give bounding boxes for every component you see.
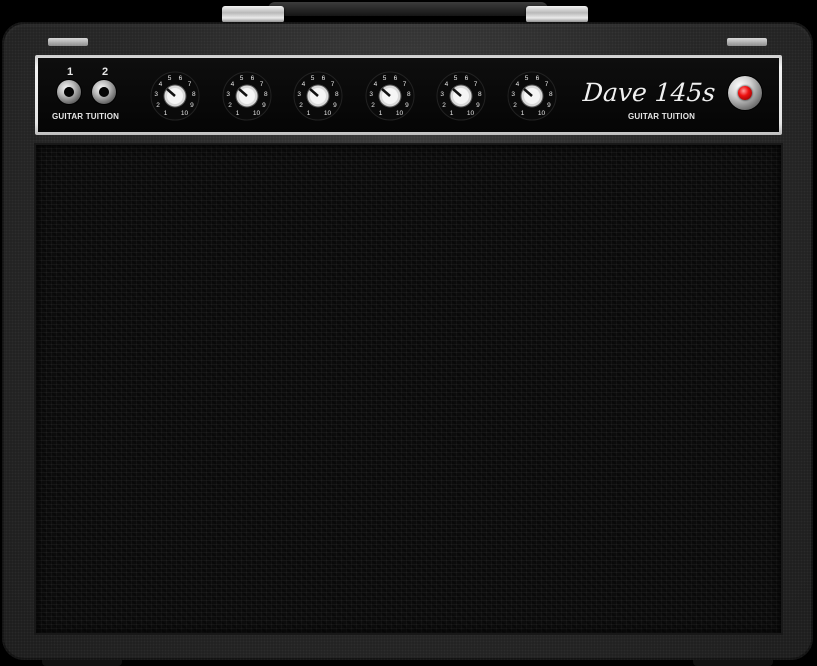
knob-scale-number: 9 — [333, 102, 337, 109]
knob-scale-number: 6 — [465, 75, 469, 82]
control-knob-5[interactable]: 1 2 3 4 5 6 7 8 9 10 — [435, 70, 487, 122]
knob-scale-number: 9 — [190, 102, 194, 109]
knob-scale-number: 2 — [442, 102, 446, 109]
knob-scale-number: 7 — [331, 81, 335, 88]
knob-scale-number: 10 — [181, 110, 189, 117]
knob-scale-number: 8 — [192, 91, 196, 98]
knob-scale-number: 6 — [322, 75, 326, 82]
control-knob-4[interactable]: 1 2 3 4 5 6 7 8 9 10 — [364, 70, 416, 122]
speaker-grille — [36, 145, 781, 633]
knob-scale-number: 2 — [228, 102, 232, 109]
knob-scale-number: 5 — [454, 75, 458, 82]
knob-scale-number: 5 — [383, 75, 387, 82]
knob-scale-number: 5 — [168, 75, 172, 82]
knob-scale-number: 4 — [231, 81, 235, 88]
knob-scale-number: 8 — [335, 91, 339, 98]
knob-scale-number: 2 — [513, 102, 517, 109]
knob-scale-number: 1 — [379, 110, 383, 117]
knob-scale-number: 4 — [516, 81, 520, 88]
knob-scale-number: 10 — [253, 110, 261, 117]
input-jack-1[interactable] — [57, 80, 81, 104]
corner-protector-right — [727, 38, 767, 46]
knob-scale-number: 3 — [369, 91, 373, 98]
knob-scale-number: 7 — [474, 81, 478, 88]
knob-scale-number: 5 — [311, 75, 315, 82]
knob-scale-number: 6 — [251, 75, 255, 82]
knob-graphic: 12 345 678 910 — [365, 71, 415, 121]
knob-scale-number: 3 — [297, 91, 301, 98]
knob-scale-number: 8 — [549, 91, 553, 98]
knob-graphic: 12 345 678 910 — [507, 71, 557, 121]
knob-scale-number: 1 — [521, 110, 525, 117]
pilot-jewel-light — [728, 76, 762, 110]
corner-protector-left — [48, 38, 88, 46]
knob-scale-number: 4 — [374, 81, 378, 88]
knob-scale-number: 3 — [226, 91, 230, 98]
control-knob-3[interactable]: 1 2 3 4 5 6 7 8 9 10 — [292, 70, 344, 122]
knob-scale-number: 10 — [396, 110, 404, 117]
knob-graphic: 12 345 678 910 — [150, 71, 200, 121]
knob-scale-number: 1 — [236, 110, 240, 117]
knob-scale-number: 2 — [371, 102, 375, 109]
handle-bracket-right — [526, 6, 588, 23]
right-caption: GUITAR TUITION — [628, 112, 696, 121]
knob-scale-number: 9 — [547, 102, 551, 109]
knob-scale-number: 6 — [536, 75, 540, 82]
knob-scale-number: 7 — [188, 81, 192, 88]
knob-scale-number: 9 — [476, 102, 480, 109]
knob-scale-number: 9 — [405, 102, 409, 109]
knob-scale-number: 1 — [307, 110, 311, 117]
knob-scale-number: 8 — [478, 91, 482, 98]
knob-scale-number: 3 — [511, 91, 515, 98]
knob-scale-number: 2 — [299, 102, 303, 109]
knob-scale-number: 7 — [260, 81, 264, 88]
control-knob-2[interactable]: 1 2 3 4 5 6 7 8 9 10 — [221, 70, 273, 122]
knob-scale-number: 2 — [156, 102, 160, 109]
model-logo: Dave 145s — [581, 78, 717, 107]
knob-scale-number: 4 — [159, 81, 163, 88]
left-caption: GUITAR TUITION — [52, 112, 120, 121]
handle-bracket-left — [222, 6, 284, 23]
knob-scale-number: 10 — [324, 110, 332, 117]
knob-scale-number: 4 — [445, 81, 449, 88]
knob-graphic: 12 345 678 910 — [436, 71, 486, 121]
foot-right — [693, 660, 773, 666]
knob-scale-number: 7 — [403, 81, 407, 88]
control-knob-1[interactable]: 1 2 3 4 5 6 7 8 9 10 — [149, 70, 201, 122]
knob-graphic: 12 345 678 910 — [222, 71, 272, 121]
knob-scale-number: 4 — [302, 81, 306, 88]
knob-scale-number: 7 — [545, 81, 549, 88]
knob-scale-number: 1 — [164, 110, 168, 117]
knob-scale-number: 9 — [262, 102, 266, 109]
knob-scale-number: 5 — [240, 75, 244, 82]
knob-scale-number: 6 — [179, 75, 183, 82]
control-knob-6[interactable]: 1 2 3 4 5 6 7 8 9 10 — [506, 70, 558, 122]
handle-strap — [268, 2, 548, 16]
knob-graphic: 12 345 678 910 — [293, 71, 343, 121]
knob-scale-number: 3 — [440, 91, 444, 98]
foot-left — [42, 660, 122, 666]
knob-scale-number: 6 — [394, 75, 398, 82]
input-jack-2[interactable] — [92, 80, 116, 104]
input-1-label: 1 — [67, 66, 74, 78]
knob-scale-number: 8 — [407, 91, 411, 98]
knob-scale-number: 1 — [450, 110, 454, 117]
knob-scale-number: 10 — [538, 110, 546, 117]
knob-scale-number: 5 — [525, 75, 529, 82]
input-2-label: 2 — [102, 66, 109, 78]
knob-scale-number: 10 — [467, 110, 475, 117]
knob-scale-number: 3 — [154, 91, 158, 98]
control-panel: 1 2 GUITAR TUITION 1 2 3 4 5 6 7 8 9 10 123456789… — [35, 55, 782, 135]
knob-scale-number: 8 — [264, 91, 268, 98]
control-panel-face: 1 2 GUITAR TUITION 1 2 3 4 5 6 7 8 9 10 123456789… — [38, 58, 779, 132]
